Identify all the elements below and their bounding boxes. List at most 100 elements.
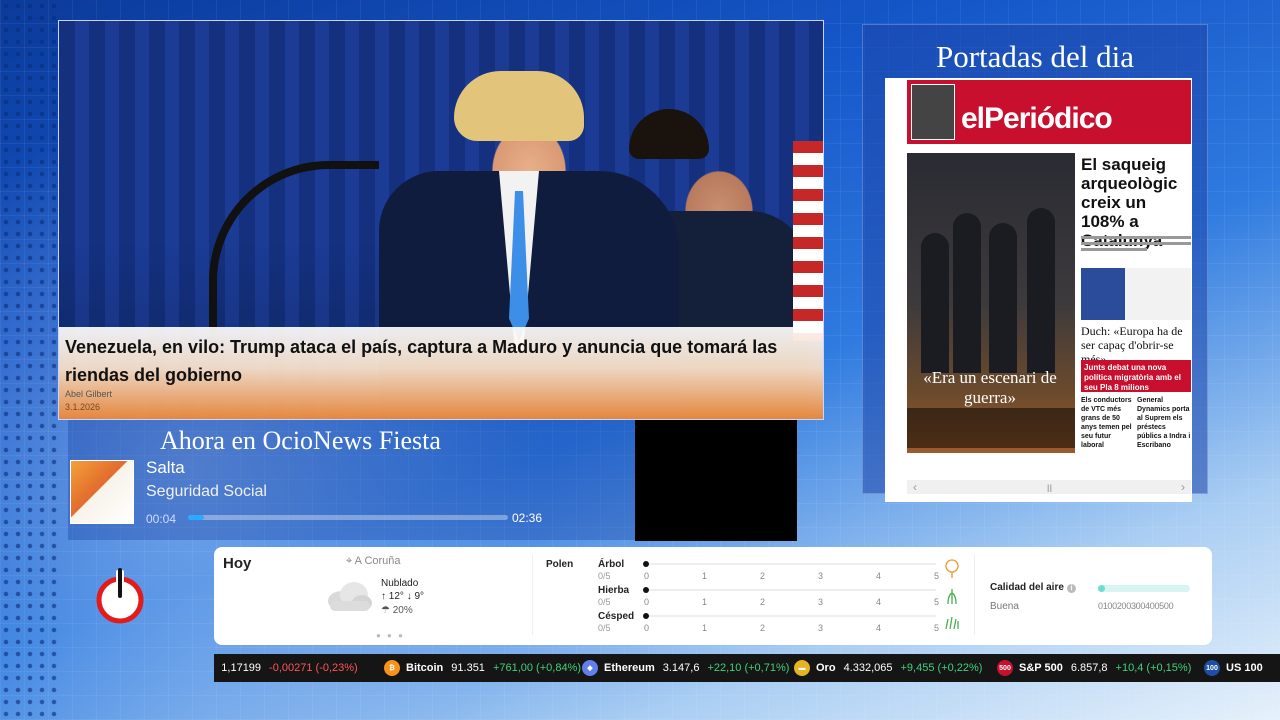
ticker-change: +761,00 (+0,84%) (492, 662, 582, 674)
progress-bar[interactable] (188, 515, 508, 520)
air-quality-label-text: Calidad del aire (990, 582, 1064, 593)
cloud-icon (328, 582, 372, 611)
power-icon[interactable] (94, 566, 146, 626)
cover-person (953, 213, 981, 373)
newspaper-masthead: elPeriódico (907, 80, 1191, 144)
ticker-value: 6.857,8 (1070, 662, 1108, 674)
ticker-name: S&P 500 (1019, 662, 1063, 674)
polen-tick: 3 (818, 623, 824, 633)
weather-location-label: A Coruña (354, 555, 401, 567)
weather-location[interactable]: ⌖ A Coruña (346, 555, 401, 568)
polen-tick: 0 (644, 623, 650, 633)
polen-value: 0/5 (598, 623, 611, 633)
air-quality-fill (1098, 585, 1106, 592)
ticker-change: +10,4 (+0,15%) (1115, 662, 1192, 674)
person-left-hair (454, 71, 584, 141)
weather-day: Hoy (223, 555, 252, 572)
news-card[interactable]: Venezuela, en vilo: Trump ataca el país,… (58, 20, 824, 420)
umbrella-icon: ☂ (381, 605, 393, 616)
background-dots (0, 0, 60, 720)
elapsed-time: 00:04 (146, 512, 177, 526)
polen-ticks: 0 1 2 3 4 5 (644, 597, 940, 607)
polen-row-cesped: Césped 0/5 0 1 2 3 4 5 (598, 611, 959, 635)
polen-tick: 4 (876, 571, 882, 581)
chevron-right-icon[interactable]: › (1181, 480, 1185, 494)
asset-icon: ▬ (794, 660, 810, 676)
cover-person (921, 233, 949, 373)
progress-fill (188, 515, 204, 520)
location-pin-icon: ⌖ (346, 555, 355, 567)
video-placeholder (635, 420, 797, 541)
cover-sub-image (1081, 268, 1191, 320)
polen-tick: 3 (818, 597, 824, 607)
divider (974, 555, 975, 635)
polen-tick: 2 (760, 623, 766, 633)
cover-person (989, 223, 1017, 373)
cover-quote: «Era un escenari de guerra» (923, 368, 1057, 407)
polen-row-hierba: Hierba 0/5 0 1 2 3 4 5 (598, 585, 958, 609)
ticker-item[interactable]: ▬ Oro 4.332,065 +9,455 (+0,22%) (794, 654, 982, 682)
polen-value: 0/5 (598, 571, 611, 581)
news-title[interactable]: Venezuela, en vilo: Trump ataca el país,… (65, 333, 817, 389)
ticker-item[interactable]: 500 S&P 500 6.857,8 +10,4 (+0,15%) (997, 654, 1191, 682)
weather-pager[interactable]: ● ● ● (376, 631, 405, 640)
polen-tick: 1 (702, 623, 708, 633)
polen-tick: 3 (818, 571, 824, 581)
rain-probability-value: 20% (392, 605, 413, 616)
polen-tick: 0 (644, 571, 650, 581)
ticker-item[interactable]: 100 US 100 (1204, 654, 1271, 682)
ticker-name: Ethereum (604, 662, 655, 674)
ticker-item[interactable]: SD1,17199-0,00271 (-0,23%) (214, 654, 358, 682)
polen-tick: 5 (934, 571, 940, 581)
market-ticker: SD1,17199-0,00271 (-0,23%)₿Bitcoin91.351… (214, 654, 1280, 682)
cover-columns: Els conductors de VTC més grans de 50 an… (1081, 396, 1191, 452)
portadas-title: Portadas del dia (935, 39, 1134, 74)
news-date: 3.1.2026 (65, 402, 101, 412)
cover-quote-backdrop (907, 408, 1075, 448)
cover-column-1: Els conductors de VTC més grans de 50 an… (1081, 397, 1132, 449)
temp-min: ↓ 9° (406, 591, 425, 602)
person-right-hair (629, 109, 709, 159)
polen-tick: 4 (876, 623, 882, 633)
polen-tick: 1 (702, 597, 708, 607)
grass-icon (947, 589, 957, 605)
masthead-thumbnail (911, 84, 955, 140)
album-cover (70, 460, 134, 524)
pause-icon[interactable]: ॥ (1045, 479, 1052, 496)
air-quality-status: Buena (990, 601, 1019, 612)
polen-value: 0/5 (598, 597, 611, 607)
ticker-name: Bitcoin (406, 662, 444, 674)
chevron-left-icon[interactable]: ‹ (913, 480, 917, 494)
newspaper-cover[interactable]: elPeriódico «Era un escenari de guerra» … (885, 78, 1192, 502)
weather-temps: ↑ 12° ↓ 9° (381, 591, 424, 602)
divider (532, 555, 533, 635)
temp-max: ↑ 12° (381, 591, 404, 602)
asset-icon: ◆ (582, 660, 598, 676)
polen-label: Polen (546, 559, 574, 570)
polen-marker (643, 613, 649, 619)
news-caption: Venezuela, en vilo: Trump ataca el país,… (59, 327, 823, 419)
ticker-change: +9,455 (+0,22%) (900, 662, 983, 674)
asset-icon: 500 (997, 660, 1013, 676)
asset-icon: 100 (1204, 660, 1220, 676)
weather-description: Nublado (381, 578, 419, 589)
microphone-arm (209, 161, 379, 331)
lawn-icon (945, 616, 959, 630)
flag (793, 141, 823, 341)
cover-text-lines (1081, 236, 1191, 254)
polen-track (646, 589, 936, 591)
ticker-change: -0,00271 (-0,23%) (269, 662, 358, 674)
polen-tick: 0 (644, 597, 650, 607)
news-author: Abel Gilbert (65, 389, 113, 399)
ticker-item[interactable]: ◆ Ethereum 3.147,6 +22,10 (+0,71%) (582, 654, 789, 682)
ticker-item[interactable]: ₿ Bitcoin 91.351 +761,00 (+0,84%) (384, 654, 581, 682)
ticker-name: US 100 (1226, 662, 1263, 674)
polen-track (646, 563, 936, 565)
ticker-change: +22,10 (+0,71%) (707, 662, 790, 674)
polen-marker (643, 561, 649, 567)
ticker-value: 91.351 (451, 662, 485, 674)
polen-marker (643, 587, 649, 593)
polen-name: Césped (598, 611, 635, 622)
info-icon[interactable]: i (1066, 584, 1076, 593)
cover-red-box: Junts debat una nova política migratòria… (1081, 360, 1191, 392)
